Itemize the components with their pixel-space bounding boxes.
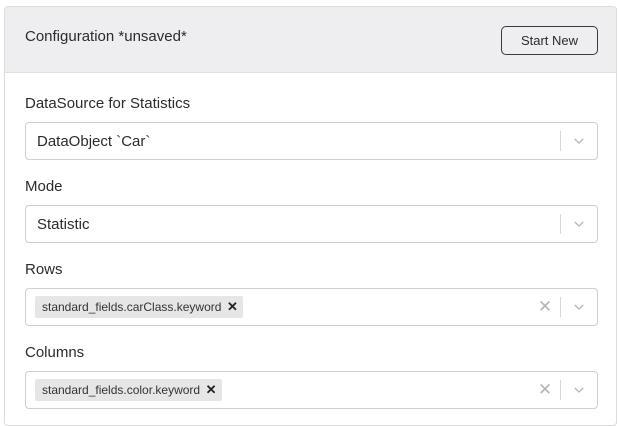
clear-icon[interactable]: ✕ bbox=[530, 289, 560, 325]
rows-chip: standard_fields.carClass.keyword ✕ bbox=[35, 296, 244, 318]
columns-label: Columns bbox=[25, 344, 85, 361]
chevron-down-icon[interactable] bbox=[561, 206, 597, 242]
rows-values: standard_fields.carClass.keyword ✕ bbox=[26, 296, 530, 318]
panel-title: Configuration *unsaved* bbox=[25, 28, 187, 45]
mode-indicators bbox=[560, 206, 597, 242]
columns-chip: standard_fields.color.keyword ✕ bbox=[35, 379, 223, 401]
mode-select[interactable]: Statistic bbox=[25, 205, 598, 243]
chevron-down-icon[interactable] bbox=[561, 289, 597, 325]
datasource-select[interactable]: DataObject `Car` bbox=[25, 122, 598, 160]
datasource-value: DataObject `Car` bbox=[37, 132, 151, 150]
panel-header: Configuration *unsaved* Start New bbox=[5, 7, 616, 73]
columns-values: standard_fields.color.keyword ✕ bbox=[26, 379, 530, 401]
configuration-panel: Configuration *unsaved* Start New DataSo… bbox=[4, 6, 617, 426]
close-icon[interactable]: ✕ bbox=[221, 296, 243, 318]
chevron-down-icon[interactable] bbox=[561, 372, 597, 408]
columns-select[interactable]: standard_fields.color.keyword ✕ ✕ bbox=[25, 371, 598, 409]
rows-indicators: ✕ bbox=[530, 289, 597, 325]
chevron-down-icon[interactable] bbox=[561, 123, 597, 159]
datasource-label: DataSource for Statistics bbox=[25, 95, 191, 112]
datasource-indicators bbox=[560, 123, 597, 159]
mode-value: Statistic bbox=[37, 215, 90, 233]
columns-indicators: ✕ bbox=[530, 372, 597, 408]
close-icon[interactable]: ✕ bbox=[200, 379, 222, 401]
chip-label: standard_fields.carClass.keyword bbox=[42, 300, 222, 314]
start-new-button[interactable]: Start New bbox=[501, 26, 598, 55]
mode-label: Mode bbox=[25, 178, 63, 195]
clear-icon[interactable]: ✕ bbox=[530, 372, 560, 408]
rows-select[interactable]: standard_fields.carClass.keyword ✕ ✕ bbox=[25, 288, 598, 326]
chip-label: standard_fields.color.keyword bbox=[42, 383, 201, 397]
rows-label: Rows bbox=[25, 261, 63, 278]
